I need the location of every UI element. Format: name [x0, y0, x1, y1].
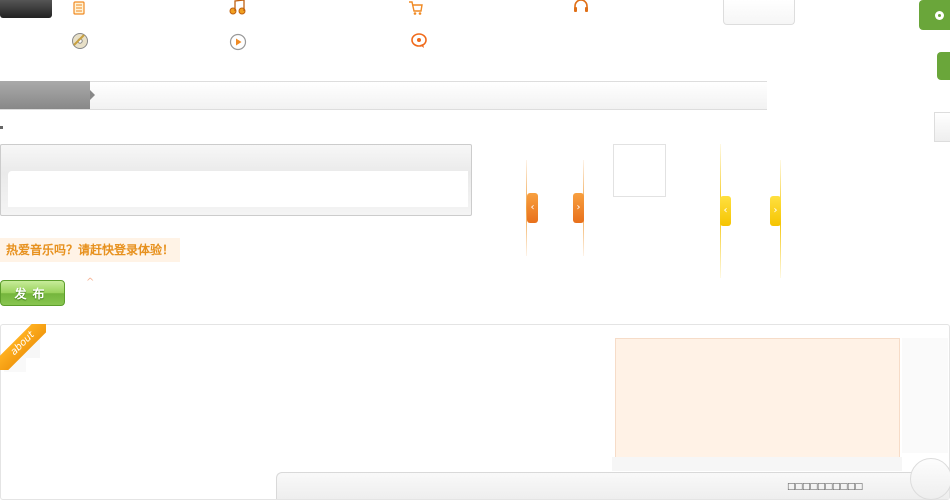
- info-box: [615, 338, 900, 459]
- notebook-icon[interactable]: [71, 0, 87, 16]
- next-arrow-button-2[interactable]: ›: [770, 196, 781, 226]
- post-input[interactable]: [8, 171, 468, 207]
- headphones-icon[interactable]: [573, 0, 589, 14]
- top-login-box[interactable]: [723, 0, 795, 25]
- caret-mark: ^: [86, 277, 95, 288]
- bullet-dot: [0, 126, 3, 129]
- about-ribbon-label: about: [0, 324, 46, 370]
- gear-icon: [935, 11, 944, 20]
- settings-tab[interactable]: [919, 0, 950, 30]
- next-arrow-button[interactable]: ›: [573, 193, 584, 223]
- disc-icon[interactable]: [71, 32, 89, 50]
- side-green-tab[interactable]: [937, 52, 950, 80]
- about-ribbon: about: [0, 324, 46, 370]
- login-prompt[interactable]: 热爱音乐吗？请赶快登录体验！: [0, 238, 181, 262]
- info-box-shadow: [612, 457, 902, 471]
- section-header-bar: [0, 81, 767, 110]
- section-tab[interactable]: [0, 81, 90, 109]
- side-scroll-button[interactable]: [934, 112, 950, 142]
- right-strip: [902, 338, 948, 453]
- prev-arrow-button-2[interactable]: ‹: [720, 196, 731, 226]
- music-notes-icon[interactable]: [228, 0, 248, 15]
- footer-link[interactable]: □□□□□□□□□□: [787, 482, 863, 492]
- publish-button[interactable]: 发布: [0, 280, 65, 306]
- prev-arrow-button[interactable]: ‹: [527, 193, 538, 223]
- shopping-cart-icon[interactable]: [408, 0, 424, 16]
- top-dark-tab[interactable]: [0, 0, 52, 18]
- play-circle-icon[interactable]: [229, 33, 247, 51]
- round-button[interactable]: [910, 458, 950, 500]
- chat-bubble-icon[interactable]: [410, 32, 428, 50]
- thumbnail-box[interactable]: [613, 144, 666, 197]
- section-tab-arrow-icon: [90, 90, 95, 100]
